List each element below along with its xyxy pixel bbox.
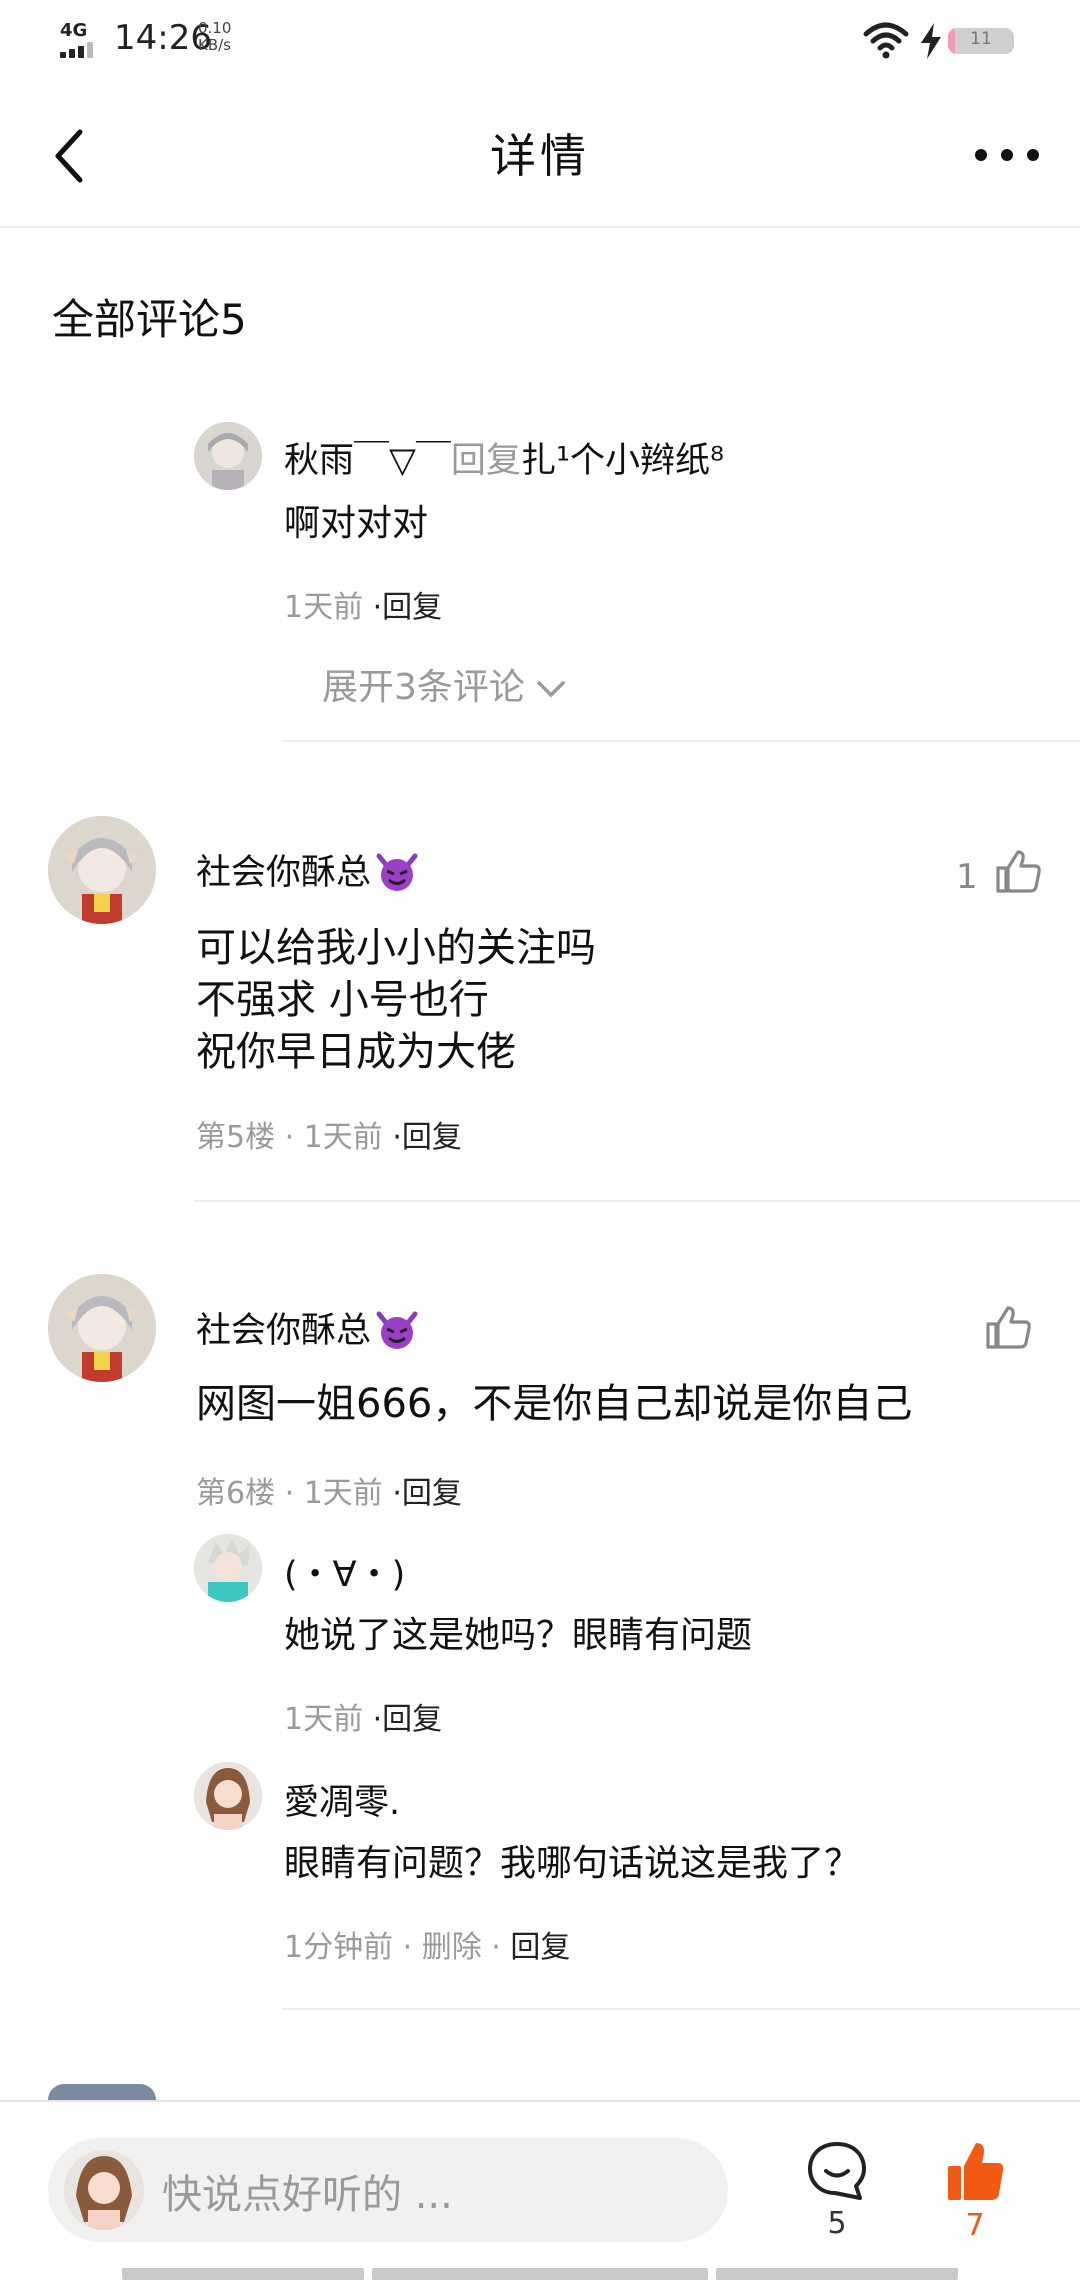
reply-time: 1天前: [284, 590, 364, 625]
reply-text: 啊对对对: [284, 503, 429, 544]
like-count: 1: [956, 857, 978, 897]
meta-separator: ·: [284, 1476, 304, 1511]
comment-line: 祝你早日成为大佬: [196, 1029, 516, 1075]
divider: [282, 740, 1080, 742]
chevron-down-icon: [537, 681, 566, 698]
reply-button[interactable]: 回复: [510, 1930, 570, 1965]
network-type: 4G: [60, 20, 88, 41]
delete-button[interactable]: 删除: [422, 1930, 482, 1965]
comment-input-placeholder[interactable]: 快说点好听的 ...: [162, 2162, 453, 2220]
comment-author-line: 社会你酥总: [196, 844, 419, 895]
header-divider: [0, 226, 1080, 228]
reply-time: 1分钟前: [284, 1930, 394, 1965]
expand-label: 展开3条评论: [322, 667, 525, 708]
signal-icon: [60, 42, 102, 58]
avatar[interactable]: [48, 2084, 156, 2100]
back-icon[interactable]: [50, 126, 90, 186]
reply-author[interactable]: (・∀・): [284, 1546, 405, 1597]
avatar[interactable]: [48, 816, 156, 924]
thumbs-up-filled-icon[interactable]: [946, 2140, 1004, 2202]
comment-count: 5: [827, 2206, 847, 2241]
wifi-icon: [863, 22, 909, 59]
like-button[interactable]: 1: [956, 848, 1042, 897]
network-speed: 0.10 KB/s: [198, 19, 232, 54]
comment-time: 1天前: [303, 1120, 383, 1155]
more-icon[interactable]: [972, 140, 1042, 170]
battery-percent: 11: [970, 29, 992, 49]
reply-meta: 1天前 ·回复: [284, 582, 442, 626]
avatar[interactable]: [194, 1762, 262, 1830]
page-title: 详情: [490, 129, 590, 183]
devil-emoji-icon: [376, 853, 418, 891]
divider: [194, 1200, 1080, 1202]
like-button[interactable]: [984, 1304, 1032, 1353]
like-count: 7: [965, 2208, 985, 2243]
reply-meta: 1天前 ·回复: [284, 1694, 442, 1738]
avatar[interactable]: [194, 422, 262, 490]
nav-bar-segment: [716, 2268, 958, 2280]
reply-author-line: 秋雨￣▽￣回复扎¹个小辫纸⁸: [284, 432, 724, 483]
reply-button[interactable]: ·回复: [373, 1702, 443, 1737]
reply-word: 回复: [450, 441, 521, 481]
comment-line: 网图一姐666，不是你自己却说是你自己: [196, 1381, 913, 1427]
reply-author[interactable]: 秋雨￣▽￣: [284, 441, 451, 481]
meta-separator: ·: [284, 1120, 304, 1155]
avatar[interactable]: [194, 1534, 262, 1602]
meta-separator: ·: [491, 1930, 511, 1965]
meta-separator: ·: [402, 1930, 422, 1965]
reply-author[interactable]: 愛凋零.: [284, 1774, 400, 1825]
comment-icon[interactable]: [806, 2140, 868, 2202]
comment-meta: 第6楼 · 1天前 ·回复: [196, 1468, 462, 1512]
comment-floor: 第5楼: [196, 1120, 276, 1155]
nav-bar-segment: [122, 2268, 364, 2280]
status-bar: 4G 14:26 0.10 KB/s 11: [0, 0, 1080, 80]
user-avatar[interactable]: [64, 2150, 144, 2230]
reply-button[interactable]: ·回复: [392, 1476, 462, 1511]
comment-author[interactable]: 社会你酥总: [196, 853, 371, 893]
divider: [282, 2008, 1080, 2010]
comment-author-line: 社会你酥总: [196, 1302, 419, 1353]
reply-button[interactable]: ·回复: [392, 1120, 462, 1155]
nav-bar-segment: [372, 2268, 708, 2280]
devil-emoji-icon: [376, 1311, 418, 1349]
battery-icon: 11: [948, 28, 1014, 54]
expand-replies-button[interactable]: 展开3条评论: [322, 658, 566, 710]
reply-meta: 1分钟前 · 删除 · 回复: [284, 1922, 570, 1966]
comments-section-title: 全部评论5: [52, 295, 247, 344]
comment-floor: 第6楼: [196, 1476, 276, 1511]
reply-target[interactable]: 扎¹个小辫纸⁸: [521, 441, 724, 481]
comment-author[interactable]: 社会你酥总: [196, 1311, 371, 1351]
thumbs-up-icon: [986, 1306, 1031, 1349]
bottom-bar-divider: [0, 2100, 1080, 2102]
comment-time: 1天前: [303, 1476, 383, 1511]
comment-line: 可以给我小小的关注吗: [196, 925, 596, 971]
thumbs-up-icon: [996, 850, 1042, 893]
reply-button[interactable]: ·回复: [373, 590, 443, 625]
reply-time: 1天前: [284, 1702, 364, 1737]
reply-text: 她说了这是她吗？眼睛有问题: [284, 1615, 753, 1656]
reply-text: 眼睛有问题？我哪句话说这是我了？: [284, 1843, 861, 1884]
comment-meta: 第5楼 · 1天前 ·回复: [196, 1112, 462, 1156]
comment-line: 不强求 小号也行: [196, 977, 489, 1023]
charging-icon: [921, 23, 941, 59]
avatar[interactable]: [48, 1274, 156, 1382]
